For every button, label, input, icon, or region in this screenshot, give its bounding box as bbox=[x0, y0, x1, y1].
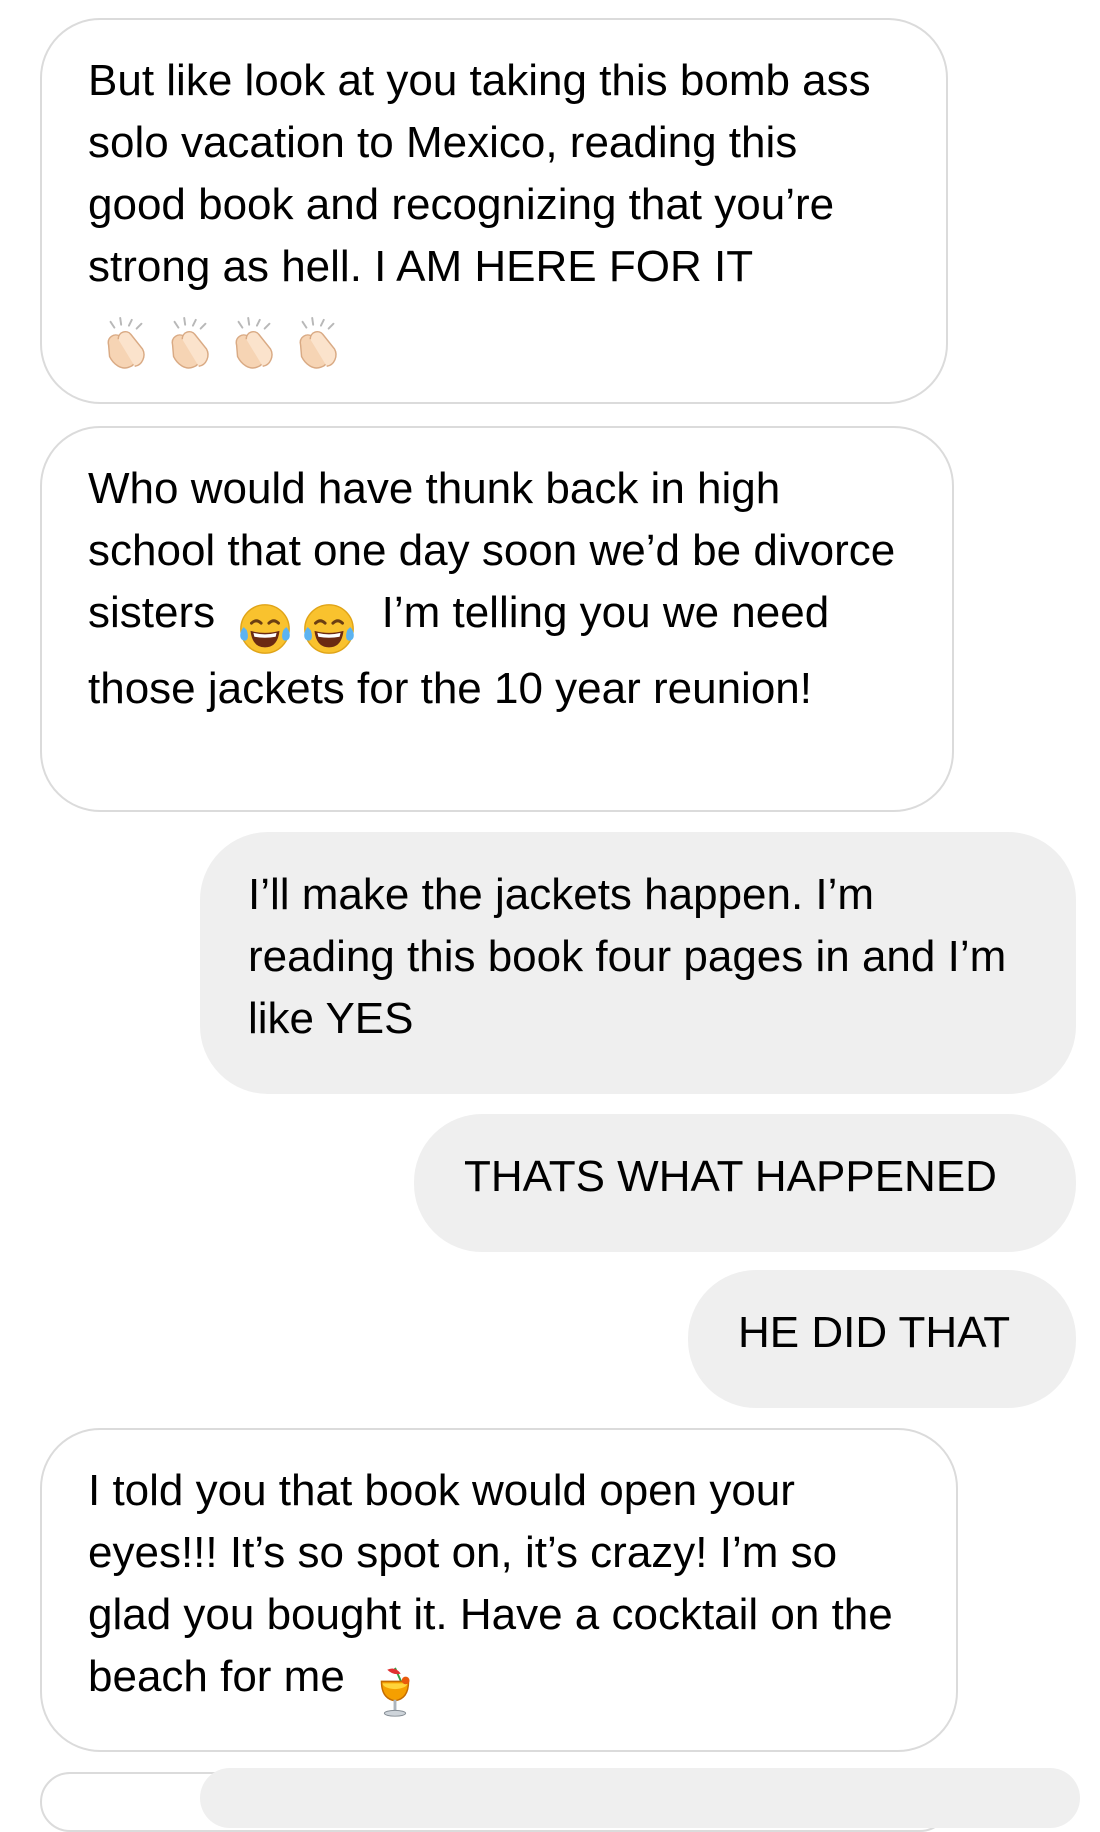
message-text: I’ll make the jackets happen. I’m readin… bbox=[248, 870, 1007, 1043]
tears-of-joy-icon bbox=[236, 600, 294, 658]
message-text: HE DID THAT bbox=[738, 1308, 1011, 1357]
clapping-hands-icon bbox=[289, 316, 347, 374]
incoming-message-bubble[interactable]: I told you that book would open your eye… bbox=[40, 1428, 958, 1752]
clapping-hands-icon bbox=[97, 316, 155, 374]
tears-of-joy-icon bbox=[300, 600, 358, 658]
clapping-hands-icon bbox=[161, 316, 219, 374]
message-thread: But like look at you taking this bomb as… bbox=[0, 0, 1100, 1832]
incoming-message-bubble[interactable]: But like look at you taking this bomb as… bbox=[40, 18, 948, 404]
message-text: But like look at you taking this bomb as… bbox=[88, 56, 871, 291]
clapping-hands-icon bbox=[225, 316, 283, 374]
tropical-drink-icon bbox=[366, 1664, 424, 1722]
emoji-group bbox=[233, 596, 361, 658]
emoji-group bbox=[94, 312, 350, 374]
outgoing-message-bubble-partial[interactable] bbox=[200, 1768, 1080, 1828]
message-text: I told you that book would open your eye… bbox=[88, 1466, 893, 1701]
outgoing-message-bubble[interactable]: I’ll make the jackets happen. I’m readin… bbox=[200, 832, 1076, 1094]
outgoing-message-bubble[interactable]: THATS WHAT HAPPENED bbox=[414, 1114, 1076, 1252]
emoji-group bbox=[363, 1660, 427, 1722]
incoming-message-bubble[interactable]: Who would have thunk back in high school… bbox=[40, 426, 954, 812]
outgoing-message-bubble[interactable]: HE DID THAT bbox=[688, 1270, 1076, 1408]
message-text: THATS WHAT HAPPENED bbox=[464, 1152, 997, 1201]
